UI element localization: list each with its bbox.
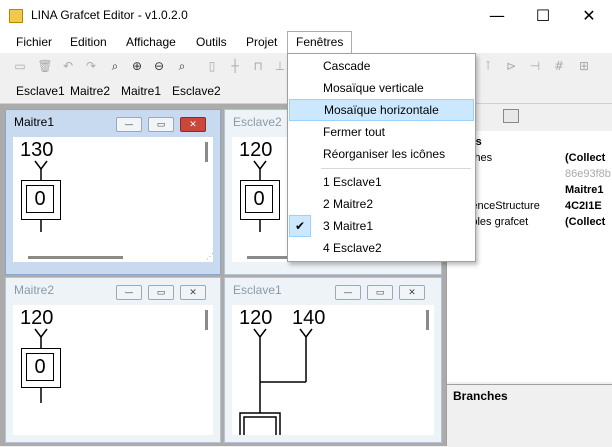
divergence-icon[interactable]: ⊳ [502, 57, 520, 75]
child-title: Esclave2 [233, 115, 282, 129]
minimize-icon: — [343, 287, 353, 298]
property-value[interactable]: Maitre1 [565, 182, 604, 198]
menu-item-reorganiser-icones[interactable]: Réorganiser les icônes [289, 143, 474, 165]
menu-item-window-4[interactable]: 4 Esclave2 [289, 237, 474, 259]
child-title: Maitre1 [14, 115, 55, 129]
vertical-scrollbar[interactable] [205, 310, 208, 330]
child-close-button[interactable]: ✕ [180, 117, 206, 132]
transition-icon[interactable]: ┼ [226, 57, 244, 75]
child-title: Maitre2 [14, 283, 55, 297]
lock-icon[interactable]: ⊓ [249, 57, 267, 75]
grafcet-canvas[interactable]: 120 0 [13, 305, 213, 435]
maximize-icon: ▭ [156, 119, 166, 130]
close-button[interactable]: ✕ [566, 0, 612, 31]
export-icon[interactable]: ⊞ [575, 57, 593, 75]
child-maximize-button[interactable]: ▭ [148, 117, 174, 132]
menu-item-mosaique-verticale[interactable]: Mosaïque verticale [289, 77, 474, 99]
tab-maitre2[interactable]: Maitre2 [67, 79, 113, 103]
new-icon[interactable]: ▭ [11, 57, 29, 75]
child-close-button[interactable]: ✕ [180, 285, 206, 300]
child-close-button[interactable]: ✕ [399, 285, 425, 300]
minimize-icon: — [489, 6, 505, 25]
property-pages-icon[interactable] [503, 109, 519, 123]
close-icon: ✕ [189, 287, 197, 298]
menu-affichage[interactable]: Affichage [118, 31, 184, 53]
zoom-out-icon[interactable]: ⊖ [150, 57, 168, 75]
menu-item-label: 3 Maitre1 [323, 219, 374, 233]
maximize-button[interactable]: ☐ [520, 0, 566, 31]
tab-esclave2[interactable]: Esclave2 [169, 79, 224, 103]
align-icon[interactable]: ⊣ [526, 57, 544, 75]
description-title: Branches [453, 389, 508, 403]
menu-bar: Fichier Edition Affichage Outils Projet … [0, 31, 612, 53]
resize-grip-icon[interactable]: ⋰ [206, 252, 213, 261]
child-window-maitre1[interactable]: Maitre1 — ▭ ✕ 130 0 ⋰ [5, 109, 221, 275]
child-maximize-button[interactable]: ▭ [367, 285, 393, 300]
zoom-in-icon[interactable]: ⊕ [128, 57, 146, 75]
child-minimize-button[interactable]: — [335, 285, 361, 300]
child-window-maitre2[interactable]: Maitre2 — ▭ ✕ 120 0 [5, 277, 221, 443]
maximize-icon: ☐ [535, 6, 551, 25]
close-icon: ✕ [408, 287, 416, 298]
title-bar: LINA Grafcet Editor - v1.0.2.0 — ☐ ✕ [0, 0, 612, 31]
initial-step[interactable]: 0 [240, 180, 280, 220]
grafcet-canvas[interactable]: 120 140 [232, 305, 434, 435]
property-value[interactable]: (Collect [565, 150, 605, 166]
child-window-esclave1[interactable]: Esclave1 — ▭ ✕ 120 140 [224, 277, 442, 443]
menu-item-window-3[interactable]: ✔ 3 Maitre1 [289, 215, 474, 237]
branch-icon[interactable]: ⊺ [479, 57, 497, 75]
child-minimize-button[interactable]: — [116, 117, 142, 132]
menu-fenetres[interactable]: Fenêtres [287, 31, 353, 53]
menu-projet[interactable]: Projet [238, 31, 285, 53]
minimize-icon: — [124, 119, 134, 130]
check-icon: ✔ [289, 215, 311, 237]
delete-icon[interactable]: 🗑 [36, 57, 54, 75]
redo-icon[interactable]: ↷ [82, 57, 100, 75]
property-value[interactable]: (Collect [565, 214, 605, 230]
menu-outils[interactable]: Outils [188, 31, 235, 53]
menu-separator [321, 168, 471, 169]
property-description: Branches [447, 384, 612, 447]
window-title: LINA Grafcet Editor - v1.0.2.0 [31, 8, 188, 22]
vertical-scrollbar[interactable] [426, 310, 429, 330]
zoom-fit-icon[interactable]: ⌕ [106, 57, 124, 75]
step-value: 0 [245, 185, 273, 213]
convergence-diagram [239, 328, 313, 435]
initial-step[interactable]: 0 [21, 180, 61, 220]
tab-esclave1[interactable]: Esclave1 [13, 79, 68, 103]
property-value[interactable]: 4C2I1E [565, 198, 602, 214]
close-icon: ✕ [189, 119, 197, 130]
tab-maitre1[interactable]: Maitre1 [118, 79, 164, 103]
grid-icon[interactable]: # [550, 57, 568, 75]
app-icon [9, 9, 23, 23]
property-value[interactable]: 86e93f8b [565, 166, 611, 182]
menu-item-mosaique-horizontale[interactable]: Mosaïque horizontale [289, 99, 474, 121]
close-icon: ✕ [582, 6, 596, 25]
horizontal-scrollbar[interactable] [28, 256, 123, 259]
step-icon[interactable]: ▯ [203, 57, 221, 75]
menu-item-window-1[interactable]: 1 Esclave1 [289, 171, 474, 193]
fenetres-dropdown: Cascade Mosaïque verticale Mosaïque hori… [287, 53, 476, 262]
menu-item-fermer-tout[interactable]: Fermer tout [289, 121, 474, 143]
minimize-icon: — [124, 287, 134, 298]
child-maximize-button[interactable]: ▭ [148, 285, 174, 300]
vertical-scrollbar[interactable] [205, 142, 208, 162]
step-value: 0 [26, 185, 54, 213]
zoom-reset-icon[interactable]: ⌕ [173, 57, 191, 75]
menu-item-window-2[interactable]: 2 Maitre2 [289, 193, 474, 215]
maximize-icon: ▭ [375, 287, 385, 298]
undo-icon[interactable]: ↶ [59, 57, 77, 75]
maximize-icon: ▭ [156, 287, 166, 298]
menu-fichier[interactable]: Fichier [8, 31, 60, 53]
child-minimize-button[interactable]: — [116, 285, 142, 300]
menu-edition[interactable]: Edition [62, 31, 115, 53]
step-value: 0 [26, 353, 54, 381]
minimize-button[interactable]: — [474, 0, 520, 31]
grafcet-canvas[interactable]: 130 0 ⋰ [13, 137, 213, 262]
menu-item-cascade[interactable]: Cascade [289, 55, 474, 77]
initial-step[interactable]: 0 [21, 348, 61, 388]
child-title: Esclave1 [233, 283, 282, 297]
